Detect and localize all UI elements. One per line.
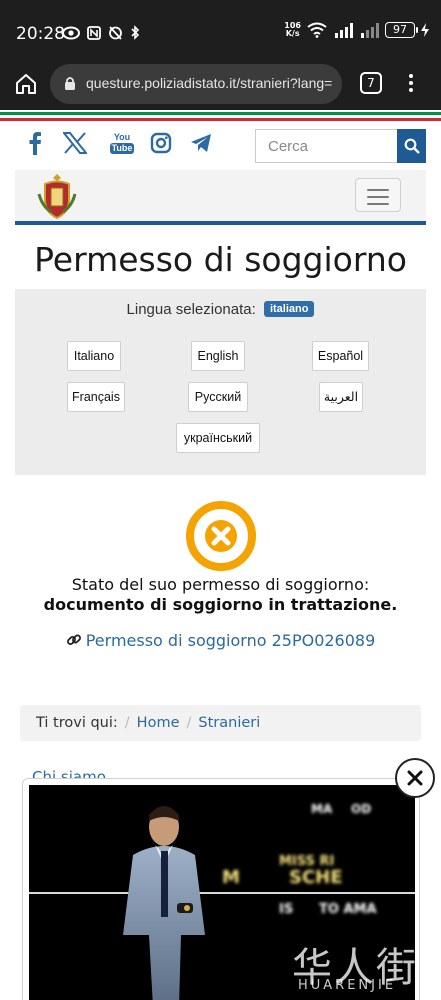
network-speed: 106 K/s xyxy=(284,21,301,38)
lock-icon xyxy=(65,77,75,90)
wifi-icon xyxy=(307,22,327,38)
social-links: You Tube xyxy=(22,130,214,156)
url-text: questure.poliziadistato.it/stranieri?lan… xyxy=(86,75,333,91)
signal-3g-icon xyxy=(361,23,379,38)
selected-language-badge: italiano xyxy=(263,301,315,317)
video-text-m: M xyxy=(222,867,240,888)
search-icon xyxy=(404,138,420,154)
breadcrumb: Ti trovi qui: / Home / Stranieri xyxy=(20,705,421,741)
search-input[interactable] xyxy=(256,130,397,162)
lang-button-francais[interactable]: Français xyxy=(67,382,125,412)
language-panel: Lingua selezionata: italiano Italiano En… xyxy=(15,289,426,475)
lang-button-italiano[interactable]: Italiano xyxy=(67,341,121,371)
breadcrumb-separator: / xyxy=(124,715,130,731)
instagram-icon[interactable] xyxy=(148,130,174,156)
status-icons-left xyxy=(62,25,140,40)
youtube-icon[interactable]: You Tube xyxy=(109,130,135,156)
bluetooth-icon xyxy=(131,25,140,40)
home-icon[interactable] xyxy=(14,72,38,96)
facebook-icon[interactable] xyxy=(22,130,48,156)
permit-link-text: Permesso di soggiorno 25PO026089 xyxy=(85,631,376,650)
permit-link[interactable]: Permesso di soggiorno 25PO026089 xyxy=(0,631,441,650)
nav-menu-button[interactable] xyxy=(355,178,401,212)
selected-language-label: Lingua selezionata: xyxy=(126,301,256,318)
browser-toolbar: questure.poliziadistato.it/stranieri?lan… xyxy=(0,62,441,110)
breadcrumb-stranieri[interactable]: Stranieri xyxy=(198,715,260,731)
site-navbar xyxy=(15,170,426,225)
video-text-is: IS xyxy=(279,902,293,917)
close-icon xyxy=(407,770,423,786)
address-bar[interactable]: questure.poliziadistato.it/stranieri?lan… xyxy=(50,64,342,104)
browser-menu-button[interactable] xyxy=(404,71,418,97)
alarm-off-icon xyxy=(109,26,122,40)
video-text-ma: MA xyxy=(311,802,333,816)
tab-switcher-button[interactable]: 7 xyxy=(360,72,382,94)
lang-button-ukrainian[interactable]: український xyxy=(176,423,260,453)
tricolore-stripe xyxy=(0,110,441,122)
search-button[interactable] xyxy=(397,129,426,163)
status-icons-right: 106 K/s 97 xyxy=(284,22,429,38)
page-title: Permesso di soggiorno xyxy=(34,240,407,279)
breadcrumb-separator: / xyxy=(186,715,192,731)
lang-button-russkiy[interactable]: Русский xyxy=(188,382,248,412)
signal-4g-icon xyxy=(335,23,353,38)
polizia-emblem-icon[interactable] xyxy=(37,172,77,220)
nfc-icon xyxy=(87,25,101,40)
charging-icon xyxy=(421,23,429,37)
clock: 20:28 xyxy=(16,24,65,44)
x-icon[interactable] xyxy=(62,130,88,156)
permit-status-text: Stato del suo permesso di soggiorno: doc… xyxy=(20,575,421,615)
status-bar: 20:28 106 K/s 97 xyxy=(0,0,441,62)
link-icon xyxy=(66,634,81,645)
lang-button-espanol[interactable]: Español xyxy=(312,341,369,371)
video-text-toama: TO AMA xyxy=(319,902,377,917)
breadcrumb-label: Ti trovi qui: xyxy=(36,715,118,731)
video-close-button[interactable] xyxy=(395,758,435,798)
lang-button-english[interactable]: English xyxy=(191,341,245,371)
video-text-sche: SCHE xyxy=(289,867,343,888)
status-x-circle-icon xyxy=(186,501,256,571)
eye-icon xyxy=(62,26,80,39)
watermark-logo-sub: HUARENJIE xyxy=(298,978,397,993)
breadcrumb-home[interactable]: Home xyxy=(137,715,180,731)
search-box xyxy=(255,129,397,163)
status-prefix: Stato del suo permesso di soggiorno: xyxy=(71,575,370,594)
selected-language-row: Lingua selezionata: italiano xyxy=(15,301,426,318)
video-text-od: OD xyxy=(351,802,371,816)
status-value: documento di soggiorno in trattazione. xyxy=(43,595,398,614)
telegram-icon[interactable] xyxy=(188,130,214,156)
lang-button-arabic[interactable]: العربية xyxy=(319,382,363,412)
battery-indicator: 97 xyxy=(385,22,418,38)
